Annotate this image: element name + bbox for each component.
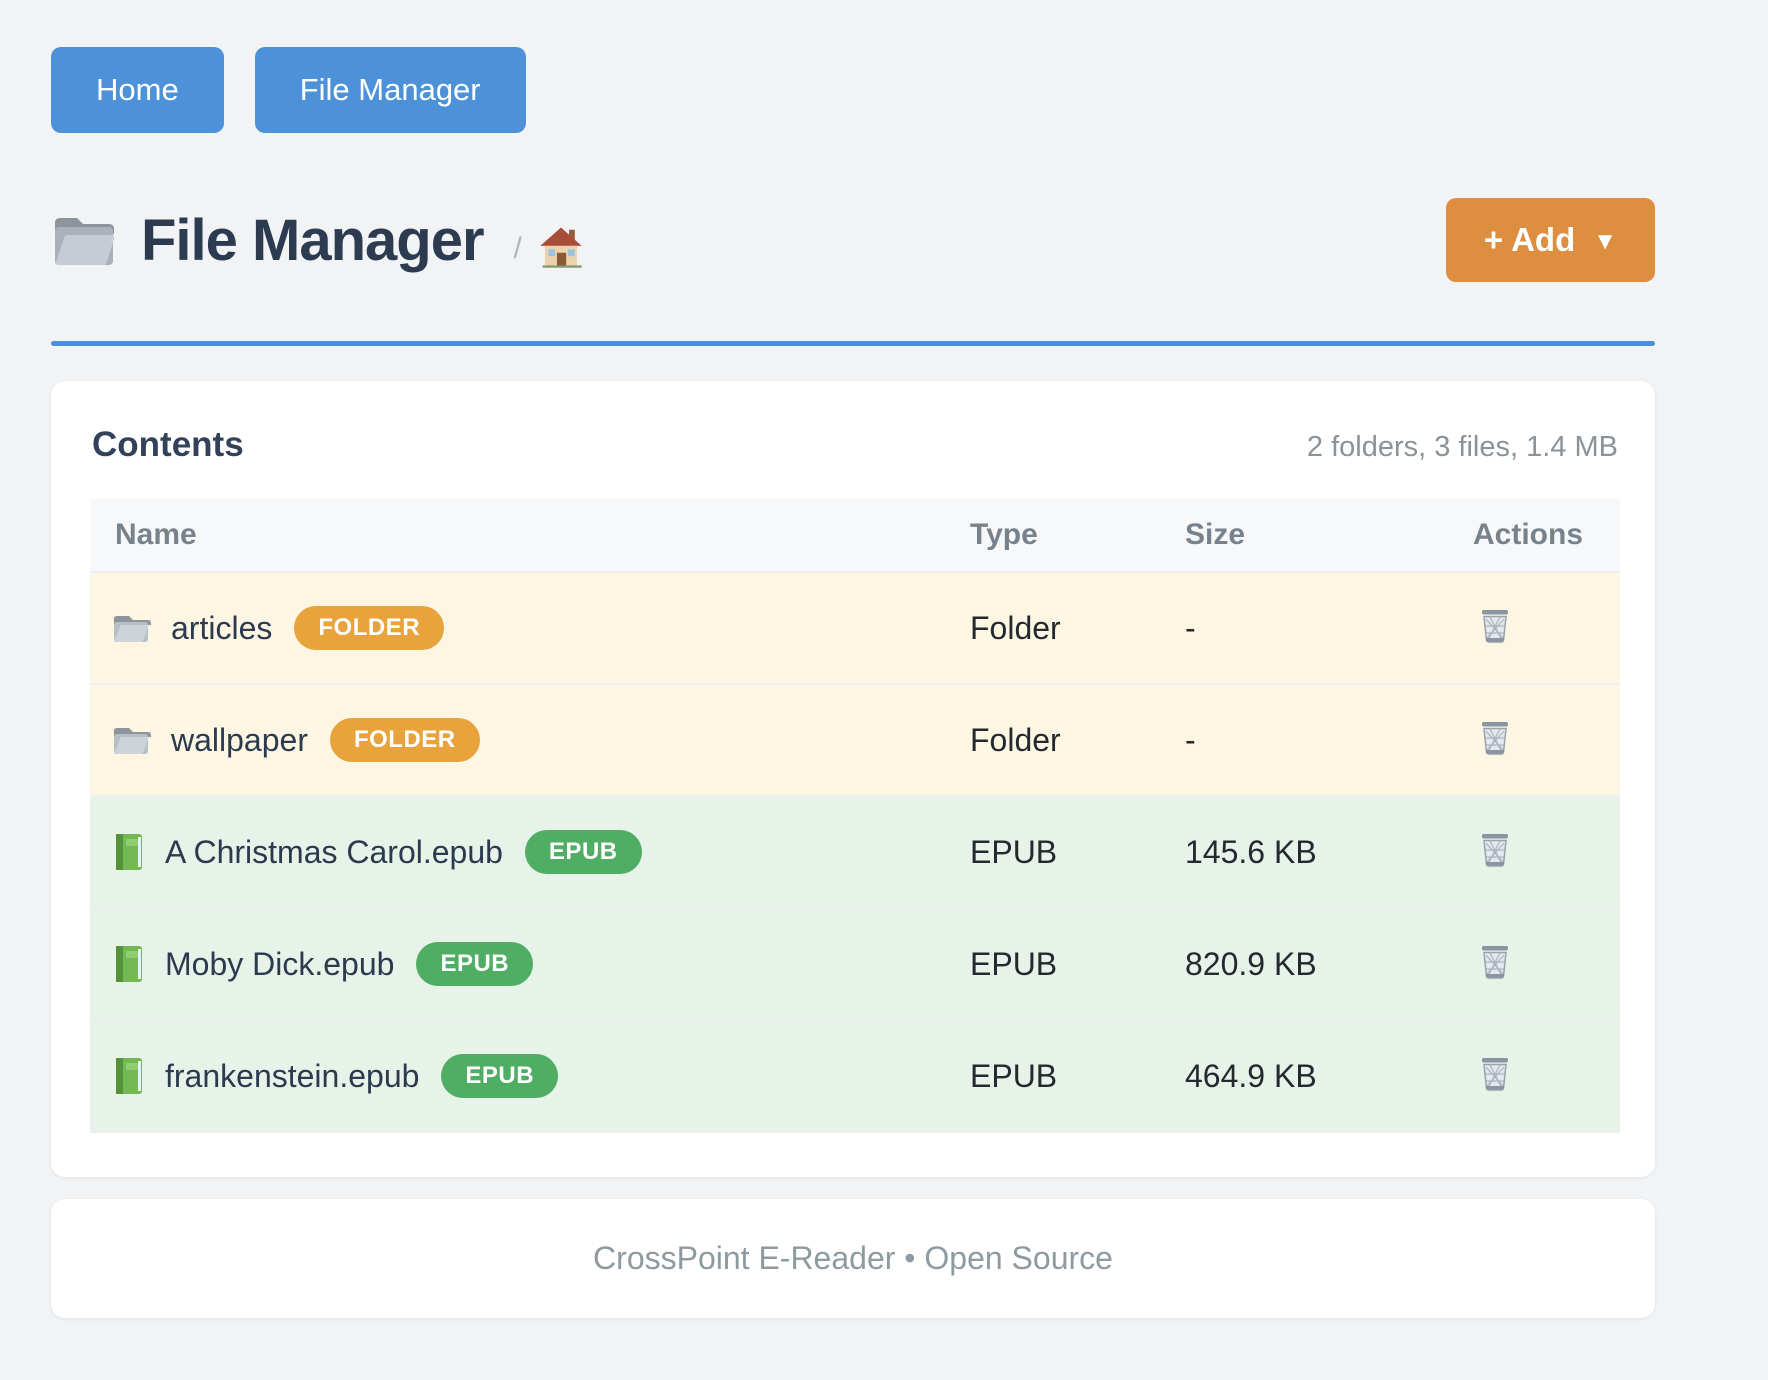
trash-icon xyxy=(1477,718,1513,761)
file-type: EPUB xyxy=(955,796,1170,908)
table-row[interactable]: Moby Dick.epub EPUB EPUB 820.9 KB xyxy=(90,908,1620,1020)
breadcrumb: File Manager / xyxy=(51,207,584,274)
delete-button[interactable] xyxy=(1473,714,1517,765)
delete-button[interactable] xyxy=(1473,826,1517,877)
footer: CrossPoint E-Reader • Open Source xyxy=(51,1199,1655,1318)
green-book-icon xyxy=(111,944,145,984)
table-row[interactable]: wallpaper FOLDER Folder - xyxy=(90,684,1620,796)
delete-button[interactable] xyxy=(1473,602,1517,653)
file-size: - xyxy=(1170,572,1455,684)
file-size: 145.6 KB xyxy=(1170,796,1455,908)
file-name: articles xyxy=(171,610,272,647)
file-manager-page: Home File Manager File Manager / xyxy=(0,0,1655,1318)
type-badge: FOLDER xyxy=(330,718,480,762)
column-header-name: Name xyxy=(90,499,955,572)
type-badge: EPUB xyxy=(525,830,642,874)
file-type: Folder xyxy=(955,572,1170,684)
trash-icon xyxy=(1477,942,1513,985)
delete-button[interactable] xyxy=(1473,938,1517,989)
add-button[interactable]: + Add ▼ xyxy=(1446,198,1655,282)
file-type: EPUB xyxy=(955,1020,1170,1132)
trash-icon xyxy=(1477,830,1513,873)
card-header: Contents 2 folders, 3 files, 1.4 MB xyxy=(90,425,1620,465)
file-manager-button[interactable]: File Manager xyxy=(255,47,526,133)
home-icon[interactable] xyxy=(538,225,584,269)
page-header: File Manager / + Add ▼ xyxy=(51,195,1655,285)
page-title: File Manager xyxy=(141,207,484,274)
home-button[interactable]: Home xyxy=(51,47,224,133)
folder-icon xyxy=(51,211,117,269)
folder-icon xyxy=(111,723,151,757)
green-book-icon xyxy=(111,1056,145,1096)
column-header-type: Type xyxy=(955,499,1170,572)
table-row[interactable]: frankenstein.epub EPUB EPUB 464.9 KB xyxy=(90,1020,1620,1132)
delete-button[interactable] xyxy=(1473,1050,1517,1101)
trash-icon xyxy=(1477,606,1513,649)
nav-bar: Home File Manager xyxy=(51,47,1655,133)
table-row[interactable]: articles FOLDER Folder - xyxy=(90,572,1620,684)
type-badge: FOLDER xyxy=(294,606,444,650)
breadcrumb-separator: / xyxy=(514,232,522,266)
contents-summary: 2 folders, 3 files, 1.4 MB xyxy=(1307,431,1618,464)
file-name: A Christmas Carol.epub xyxy=(165,834,503,871)
file-name: frankenstein.epub xyxy=(165,1058,419,1095)
folder-icon xyxy=(111,611,151,645)
table-body: articles FOLDER Folder - xyxy=(90,572,1620,1132)
table-header-row: Name Type Size Actions xyxy=(90,499,1620,572)
table-row[interactable]: A Christmas Carol.epub EPUB EPUB 145.6 K… xyxy=(90,796,1620,908)
type-badge: EPUB xyxy=(441,1054,558,1098)
file-name: Moby Dick.epub xyxy=(165,946,394,983)
contents-card: Contents 2 folders, 3 files, 1.4 MB Name… xyxy=(51,381,1655,1177)
type-badge: EPUB xyxy=(416,942,533,986)
file-name: wallpaper xyxy=(171,722,308,759)
file-size: - xyxy=(1170,684,1455,796)
column-header-size: Size xyxy=(1170,499,1455,572)
caret-down-icon: ▼ xyxy=(1593,228,1617,256)
footer-text: CrossPoint E-Reader • Open Source xyxy=(593,1240,1113,1277)
column-header-actions: Actions xyxy=(1455,499,1620,572)
file-type: Folder xyxy=(955,684,1170,796)
file-type: EPUB xyxy=(955,908,1170,1020)
trash-icon xyxy=(1477,1054,1513,1097)
files-table: Name Type Size Actions xyxy=(90,499,1620,1133)
add-button-label: + Add xyxy=(1484,221,1575,259)
title-underline xyxy=(51,341,1655,346)
contents-heading: Contents xyxy=(92,425,244,465)
green-book-icon xyxy=(111,832,145,872)
file-size: 464.9 KB xyxy=(1170,1020,1455,1132)
file-size: 820.9 KB xyxy=(1170,908,1455,1020)
